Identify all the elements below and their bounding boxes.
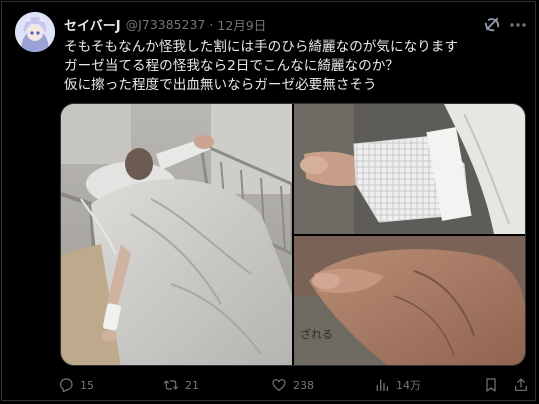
- avatar-image: [15, 12, 55, 52]
- bookmark-icon: [486, 378, 496, 392]
- views-button[interactable]: 14万: [374, 375, 421, 395]
- retweet-icon: [163, 380, 179, 390]
- photo-palm-closeup[interactable]: ざれる: [294, 236, 525, 365]
- reply-icon: [60, 378, 73, 393]
- heart-icon: [272, 379, 286, 391]
- like-count: 238: [293, 378, 314, 392]
- photo-gauze-on-hand[interactable]: [294, 104, 525, 234]
- reply-button[interactable]: 15: [58, 375, 94, 395]
- photo-patient-in-bed[interactable]: [61, 104, 292, 365]
- header-separator: ·: [209, 16, 214, 32]
- reply-count: 15: [80, 378, 94, 392]
- tweet-text-line: 仮に擦った程度で出血無いならガーゼ必要無さそう: [64, 77, 377, 93]
- retweet-count: 21: [185, 378, 199, 392]
- tweet-text: そもそもなんか怪我した割には手のひら綺麗なのが気になります ガーゼ当てる程の怪我…: [64, 38, 530, 95]
- share-button[interactable]: [513, 375, 529, 395]
- tweet-text-line: そもそもなんか怪我した割には手のひら綺麗なのが気になります: [64, 39, 458, 55]
- display-name[interactable]: セイバーJ: [64, 15, 121, 34]
- views-chart-icon: [376, 379, 388, 391]
- media-grid: ざれる: [60, 103, 526, 366]
- avatar[interactable]: [15, 12, 55, 52]
- more-options-icon[interactable]: [508, 16, 528, 34]
- tweet-text-line: ガーゼ当てる程の怪我なら2日でこんなに綺麗なのか？: [64, 58, 399, 74]
- partial-page-text: ざれる: [300, 328, 333, 341]
- bookmark-button[interactable]: [483, 375, 499, 395]
- tweet-card[interactable]: セイバーJ @J73385237 · 12月9日 そもそもなんか怪我した割には手…: [1, 1, 536, 401]
- post-date[interactable]: 12月9日: [217, 15, 266, 34]
- like-button[interactable]: 238: [271, 375, 314, 395]
- user-handle[interactable]: @J73385237: [126, 17, 206, 32]
- share-icon: [515, 378, 527, 391]
- action-bar: 15 21 238 14万: [58, 375, 528, 395]
- view-count: 14万: [396, 379, 421, 392]
- grok-icon[interactable]: [483, 15, 502, 34]
- retweet-button[interactable]: 21: [163, 375, 199, 395]
- tweet-header: セイバーJ @J73385237 · 12月9日: [64, 14, 266, 34]
